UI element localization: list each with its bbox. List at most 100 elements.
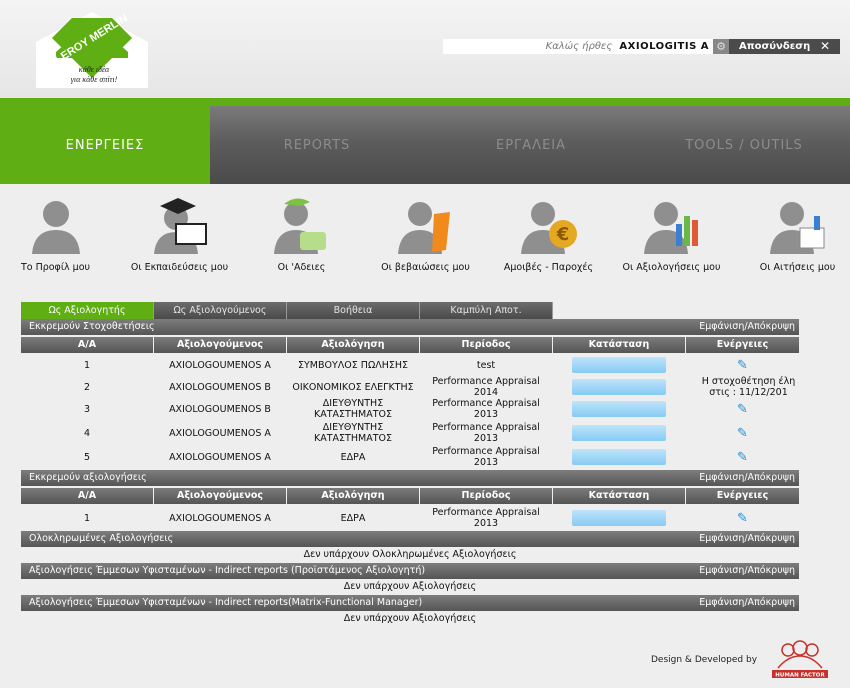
tab-tools-gr[interactable]: ΕΡΓΑΛΕΙΑ	[424, 98, 638, 184]
subtab-as-evaluatee[interactable]: Ως Αξιολογούμενος	[154, 302, 287, 319]
certificate-item[interactable]: Οι βεβαιώσεις μου	[363, 190, 488, 280]
cell-eval: ΟΙΚΟΝΟΜΙΚΟΣ ΕΛΕΓΚΤΗΣ	[292, 381, 414, 393]
subtab-help[interactable]: Βοήθεια	[287, 302, 420, 319]
svg-text:HUMAN FACTOR: HUMAN FACTOR	[775, 673, 825, 679]
col-status: Κατάσταση	[553, 488, 685, 504]
col-actions: Ενέργειες	[686, 488, 799, 504]
cell-num: 1	[83, 359, 91, 371]
edit-icon[interactable]: ✎	[686, 354, 799, 376]
close-icon: ✕	[819, 39, 830, 53]
col-actions: Ενέργειες	[686, 337, 799, 353]
cell-eval: ΔΙΕΥΘΥΝΤΗΣ ΚΑΤΑΣΤΗΜΑΤΟΣ	[314, 422, 392, 444]
leave-item[interactable]: Οι 'Αδειες	[239, 190, 364, 280]
cell-period: Performance Appraisal 2013	[432, 398, 540, 420]
table-row: 4 AXIOLOGOUMENOS A ΔΙΕΥΘΥΝΤΗΣ ΚΑΤΑΣΤΗΜΑΤ…	[21, 422, 799, 444]
cell-eval: ΣΥΜΒΟΥΛΟΣ ΠΩΛΗΣΗΣ	[298, 359, 408, 371]
section-title: Αξιολογήσεις Έμμεσων Υφισταμένων - Indir…	[29, 597, 423, 608]
welcome-label: Καλώς ήρθες	[545, 41, 613, 52]
logout-label: Αποσύνδεση	[739, 41, 811, 52]
icon-label: Οι Αιτήσεις μου	[759, 262, 836, 273]
cell-num: 3	[83, 403, 91, 415]
toggle-link[interactable]: Εμφάνιση/Απόκρυψη	[699, 563, 795, 579]
table-row: 3 AXIOLOGOUMENOS B ΔΙΕΥΘΥΝΤΗΣ ΚΑΤΑΣΤΗΜΑΤ…	[21, 398, 799, 420]
col-period: Περίοδος	[420, 488, 552, 504]
col-eval: Αξιολόγηση	[287, 488, 419, 504]
col-name: Αξιολογούμενος	[154, 488, 286, 504]
profile-item[interactable]: Το Προφίλ μου	[0, 190, 118, 280]
cell-period: test	[476, 359, 496, 371]
status-bar	[572, 357, 666, 373]
col-period: Περίοδος	[420, 337, 552, 353]
cell-status	[553, 354, 685, 376]
cell-num: 1	[83, 512, 91, 524]
leave-icon	[273, 198, 326, 254]
cell-eval: ΔΙΕΥΘΥΝΤΗΣ ΚΑΤΑΣΤΗΜΑΤΟΣ	[314, 398, 392, 420]
empty-message: Δεν υπάρχουν Αξιολογήσεις	[343, 581, 477, 592]
cell-period: Performance Appraisal 2013	[432, 446, 540, 468]
status-bar	[572, 510, 666, 526]
cell-num: 2	[83, 381, 91, 393]
col-num: Α/Α	[21, 337, 153, 353]
edit-icon[interactable]: ✎	[686, 398, 799, 420]
cell-num: 4	[83, 427, 91, 439]
quick-actions: Το Προφίλ μου Οι Εκπαιδεύσεις μου Οι 'Αδ…	[0, 190, 850, 280]
edit-icon[interactable]: ✎	[686, 507, 799, 529]
svg-text:για κάθε σπίτι!: για κάθε σπίτι!	[71, 75, 118, 84]
toggle-link[interactable]: Εμφάνιση/Απόκρυψη	[699, 595, 795, 611]
svg-text:κάθε ιδέα: κάθε ιδέα	[79, 65, 110, 74]
request-item[interactable]: Οι Αιτήσεις μου	[735, 190, 850, 280]
cell-name: AXIOLOGOUMENOS A	[169, 359, 271, 371]
svg-text:€: €	[555, 224, 569, 245]
cell-name: AXIOLOGOUMENOS A	[169, 427, 271, 439]
cell-status	[553, 398, 685, 420]
section-title: Εκκρεμούν Στοχοθετήσεις	[29, 321, 155, 332]
table-row: 1 AXIOLOGOUMENOS A ΕΔΡΑ Performance Appr…	[21, 507, 799, 529]
cell-name: AXIOLOGOUMENOS A	[169, 512, 271, 524]
cell-eval: ΕΔΡΑ	[340, 512, 366, 524]
section-indirect-supervisor: Αξιολογήσεις Έμμεσων Υφισταμένων - Indir…	[21, 563, 799, 579]
section-pending-evals: Εκκρεμούν αξιολογήσεις Εμφάνιση/Απόκρυψη	[21, 470, 799, 486]
profile-icon	[31, 201, 80, 254]
cell-period: Performance Appraisal 2013	[432, 507, 540, 529]
training-icon	[153, 198, 207, 254]
cell-num: 5	[83, 451, 91, 463]
payment-icon: €	[520, 202, 577, 254]
table-row: 5 AXIOLOGOUMENOS A ΕΔΡΑ Performance Appr…	[21, 446, 799, 468]
subtab-as-evaluator[interactable]: Ως Αξιολογητής	[21, 302, 154, 319]
section-title: Ολοκληρωμένες Αξιολογήσεις	[29, 533, 174, 544]
human-factor-logo[interactable]: HUMAN FACTOR	[770, 638, 830, 683]
toggle-link[interactable]: Εμφάνιση/Απόκρυψη	[699, 319, 795, 335]
tab-tools-outils[interactable]: TOOLS / OUTILS	[638, 98, 850, 184]
tab-actions[interactable]: ΕΝΕΡΓΕΙΕΣ	[0, 98, 210, 184]
subtab-curve[interactable]: Καμπύλη Αποτ.	[420, 302, 553, 319]
status-bar	[572, 379, 666, 395]
welcome-box: Καλώς ήρθες AXIOLOGITIS A	[443, 39, 713, 54]
cell-name: AXIOLOGOUMENOS A	[169, 451, 271, 463]
leroy-merlin-logo[interactable]: LEROY MERLIN κάθε ιδέα για κάθε σπίτι!	[36, 12, 148, 88]
status-bar	[572, 425, 666, 441]
evaluation-item[interactable]: Οι Αξιολογήσεις μου	[609, 190, 734, 280]
training-item[interactable]: Οι Εκπαιδεύσεις μου	[117, 190, 242, 280]
table-row: 1 AXIOLOGOUMENOS A ΣΥΜΒΟΥΛΟΣ ΠΩΛΗΣΗΣ tes…	[21, 354, 799, 376]
toggle-link[interactable]: Εμφάνιση/Απόκρυψη	[699, 470, 795, 486]
edit-icon[interactable]: ✎	[686, 422, 799, 444]
cell-eval: ΕΔΡΑ	[340, 451, 366, 463]
certificate-icon	[397, 202, 450, 254]
cell-period: Performance Appraisal 2013	[432, 422, 540, 444]
tab-reports[interactable]: REPORTS	[210, 98, 424, 184]
logout-button[interactable]: Αποσύνδεση ✕	[729, 39, 840, 54]
gear-icon[interactable]: ⚙	[713, 39, 729, 54]
cell-period: Performance Appraisal 2014	[432, 376, 540, 398]
payment-item[interactable]: € Αμοιβές - Παροχές	[486, 190, 611, 280]
edit-icon[interactable]: ✎	[686, 446, 799, 468]
username: AXIOLOGITIS A	[619, 41, 709, 52]
footer-credit: Design & Developed by	[651, 655, 758, 665]
cell-action-note: Η στοχοθέτηση έλη στις : 11/12/201	[701, 376, 796, 398]
status-bar	[572, 449, 666, 465]
col-name: Αξιολογούμενος	[154, 337, 286, 353]
toggle-link[interactable]: Εμφάνιση/Απόκρυψη	[699, 531, 795, 547]
col-status: Κατάσταση	[553, 337, 685, 353]
header: LEROY MERLIN κάθε ιδέα για κάθε σπίτι! Κ…	[0, 0, 850, 98]
cell-status	[553, 376, 685, 398]
icon-label: Οι Αξιολογήσεις μου	[622, 262, 721, 273]
